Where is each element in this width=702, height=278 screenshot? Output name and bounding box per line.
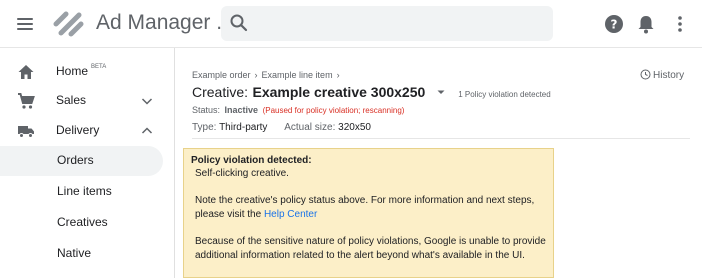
notifications-icon[interactable] xyxy=(635,13,657,35)
sidebar-item-label: Orders xyxy=(57,153,94,167)
home-icon xyxy=(18,65,34,79)
sidebar-item-label: Native xyxy=(57,246,92,260)
policy-violation-count: 1 Policy violation detected xyxy=(458,90,551,99)
alert-note-line-2: please visit the Help Center xyxy=(195,209,318,220)
status-value: Inactive xyxy=(224,105,259,115)
help-icon[interactable]: ? xyxy=(603,13,625,35)
sidebar-item-delivery[interactable]: Delivery xyxy=(0,116,175,146)
creative-name: Example creative 300x250 xyxy=(252,84,426,100)
status-label: Status: xyxy=(192,105,221,115)
policy-violation-alert: Policy violation detected: Self-clicking… xyxy=(183,148,554,278)
caret-down-icon[interactable] xyxy=(434,85,448,99)
history-label: History xyxy=(653,70,685,81)
page-title: Creative: Example creative 300x250 1 Pol… xyxy=(192,84,551,102)
ad-manager-logo xyxy=(53,11,84,37)
chevron-down-icon[interactable] xyxy=(141,96,153,106)
history-icon xyxy=(640,69,651,80)
app-title: Ad Manager ... xyxy=(96,11,234,34)
breadcrumb: Example order › Example line item › xyxy=(192,70,344,80)
breadcrumb-separator: › xyxy=(254,70,258,80)
size-value: 320x50 xyxy=(338,122,371,133)
search-icon[interactable] xyxy=(229,13,249,33)
size-label: Actual size: xyxy=(284,122,336,133)
type-value: Third-party xyxy=(219,122,268,133)
sidebar-item-home[interactable]: Home BETA xyxy=(0,57,175,87)
sidebar-item-label: Line items xyxy=(57,184,112,198)
sidebar-nav: Home BETA Sales Delivery Orders Line item… xyxy=(0,48,175,278)
more-vert-icon[interactable] xyxy=(669,13,691,35)
type-label: Type: xyxy=(192,122,217,133)
status-note: (Paused for policy violation; rescanning… xyxy=(262,106,405,115)
sidebar-item-label: Creatives xyxy=(57,215,108,229)
divider xyxy=(192,138,690,139)
top-app-bar: Ad Manager ... ? xyxy=(0,0,702,48)
alert-sensitive-line-1: Because of the sensitive nature of polic… xyxy=(195,236,546,247)
history-button[interactable]: History xyxy=(640,69,684,81)
sidebar-item-native[interactable]: Native xyxy=(0,239,175,269)
alert-violation: Self-clicking creative. xyxy=(195,168,289,179)
svg-text:?: ? xyxy=(611,18,618,32)
cart-icon xyxy=(18,93,35,109)
type-size-row: Type: Third-party Actual size: 320x50 xyxy=(192,122,371,133)
beta-badge: BETA xyxy=(91,64,107,70)
breadcrumb-order-link[interactable]: Example order xyxy=(192,70,251,80)
status-row: Status: Inactive (Paused for policy viol… xyxy=(192,105,404,115)
breadcrumb-line-item-link[interactable]: Example line item xyxy=(262,70,333,80)
sidebar-item-orders[interactable]: Orders xyxy=(0,146,163,176)
help-center-link[interactable]: Help Center xyxy=(264,209,317,220)
sidebar-item-creatives[interactable]: Creatives xyxy=(0,208,175,238)
alert-title: Policy violation detected: xyxy=(191,155,312,166)
sidebar-item-label: Home BETA xyxy=(56,64,107,78)
breadcrumb-separator: › xyxy=(336,70,340,80)
sidebar-item-label: Sales xyxy=(56,93,87,107)
creative-prefix: Creative: xyxy=(192,84,249,100)
truck-icon xyxy=(18,126,34,138)
sidebar-item-line-items[interactable]: Line items xyxy=(0,177,175,207)
menu-icon[interactable] xyxy=(14,13,36,35)
chevron-up-icon[interactable] xyxy=(141,126,153,136)
alert-note-line-1: Note the creative's policy status above.… xyxy=(195,195,535,206)
sidebar-item-label: Delivery xyxy=(56,123,100,137)
search-input[interactable] xyxy=(221,6,553,41)
alert-sensitive-line-2: additional information related to the al… xyxy=(195,250,525,261)
sidebar-item-sales[interactable]: Sales xyxy=(0,86,175,116)
